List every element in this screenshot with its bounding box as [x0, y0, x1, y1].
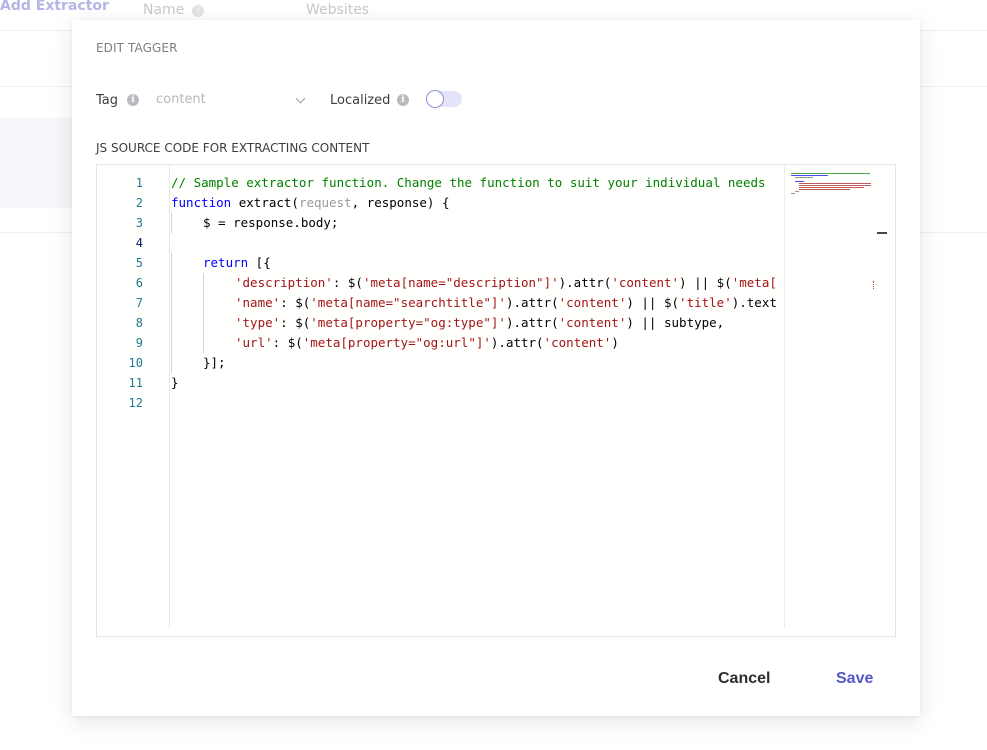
line-number-active: 4 [135, 236, 143, 250]
line-number: 11 [128, 376, 143, 390]
minimap-line [799, 189, 850, 190]
overview-ruler-marker [873, 281, 876, 289]
minimap-line [795, 177, 813, 178]
localized-toggle[interactable] [426, 90, 462, 108]
tag-select-value: content [156, 92, 206, 107]
localized-label: Localized [330, 93, 391, 108]
add-extractor-link[interactable]: Add Extractor [0, 0, 109, 14]
line-number: 7 [135, 296, 143, 310]
minimap[interactable] [784, 165, 877, 628]
code-line: // Sample extractor function. Change the… [171, 175, 766, 190]
code-line: 'name': $('meta[name="searchtitle"]').at… [171, 293, 783, 313]
column-header-name[interactable]: Name i [143, 2, 205, 18]
info-icon: i [127, 94, 139, 106]
minimap-line [799, 187, 864, 188]
code-area[interactable]: // Sample extractor function. Change the… [171, 173, 783, 413]
minimap-line [795, 181, 804, 182]
code-line: }]; [171, 353, 783, 373]
minimap-line [799, 183, 871, 184]
line-number: 5 [135, 256, 143, 270]
code-editor[interactable]: 1 2 3 4 5 6 7 8 9 10 11 12 // Sample ext… [96, 164, 896, 637]
code-line: $ = response.body; [171, 213, 783, 233]
dialog-title: EDIT TAGGER [96, 41, 178, 55]
line-number: 10 [128, 356, 143, 370]
info-icon: i [192, 5, 205, 17]
line-number: 8 [135, 316, 143, 330]
table-row [0, 118, 72, 208]
code-section-label: JS SOURCE CODE FOR EXTRACTING CONTENT [96, 141, 370, 155]
minimap-line [791, 173, 870, 174]
overview-ruler-cursor [877, 232, 887, 234]
line-number: 6 [135, 276, 143, 290]
tag-select[interactable]: content [156, 92, 306, 110]
code-line: 'type': $('meta[property="og:type"]').at… [171, 313, 783, 333]
line-number: 1 [135, 176, 143, 190]
line-number: 3 [135, 216, 143, 230]
line-number: 2 [135, 196, 143, 210]
cancel-button[interactable]: Cancel [718, 670, 770, 688]
code-line: function extract(request, response) { [171, 195, 450, 210]
code-line: } [171, 375, 179, 390]
code-line: return [{ [171, 253, 783, 273]
save-button[interactable]: Save [836, 670, 873, 688]
minimap-line [791, 193, 795, 194]
code-line: 'description': $('meta[name="description… [171, 273, 783, 293]
info-icon: i [397, 94, 409, 106]
tag-label: Tag [96, 93, 119, 108]
line-number-gutter: 1 2 3 4 5 6 7 8 9 10 11 12 [97, 165, 170, 628]
column-header-websites[interactable]: Websites [306, 2, 369, 18]
line-number: 12 [128, 396, 143, 410]
edit-tagger-dialog: EDIT TAGGER Tag i content Localized i JS… [72, 20, 920, 716]
chevron-down-icon [295, 93, 306, 104]
minimap-line [799, 185, 871, 186]
code-line: 'url': $('meta[property="og:url"]').attr… [171, 333, 783, 353]
toggle-knob [426, 90, 444, 108]
line-number: 9 [135, 336, 143, 350]
minimap-line [795, 191, 799, 192]
minimap-line [791, 175, 828, 176]
